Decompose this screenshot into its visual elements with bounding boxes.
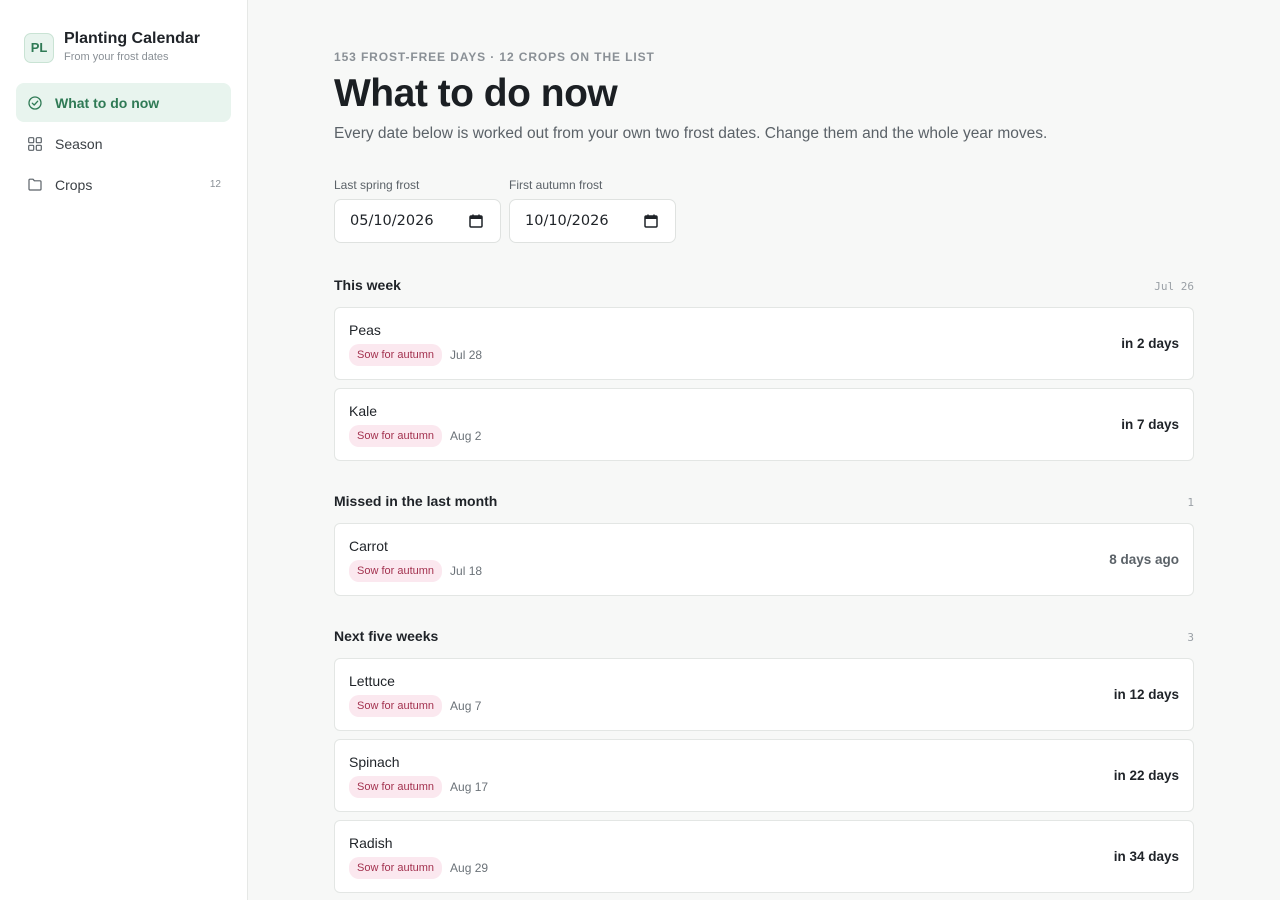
sidebar: PL Planting Calendar From your frost dat… (0, 0, 248, 900)
task-date: Aug 7 (450, 699, 482, 713)
brand-subtitle: From your frost dates (64, 51, 169, 63)
task-date: Aug 17 (450, 780, 489, 794)
task-date: Jul 28 (450, 348, 483, 362)
task-date: Aug 2 (450, 429, 482, 443)
sidebar-item-label: Season (55, 135, 103, 152)
task-card[interactable]: Spinach Sow for autumn Aug 17 in 22 days (334, 739, 1194, 812)
task-date: Aug 29 (450, 861, 489, 875)
task-card[interactable]: Peas Sow for autumn Jul 28 in 2 days (334, 307, 1194, 380)
section-this-week: This week Jul 26 Peas Sow for autumn Jul… (334, 277, 1194, 461)
crops-count-badge: 12 (209, 179, 221, 190)
sidebar-item-crops[interactable]: Crops 12 (16, 165, 231, 204)
task-card[interactable]: Carrot Sow for autumn Jul 18 8 days ago (334, 523, 1194, 596)
folder-icon (28, 178, 42, 192)
section-title: Next five weeks (334, 628, 439, 644)
task-badge: Sow for autumn (349, 560, 443, 582)
sidebar-item-what-to-do-now[interactable]: What to do now (16, 83, 231, 122)
task-badge: Sow for autumn (349, 695, 443, 717)
crop-name: Spinach (349, 754, 400, 770)
relative-time: in 2 days (1121, 336, 1179, 351)
brand-logo: PL (24, 32, 54, 63)
spring-frost-label: Last spring frost (334, 178, 420, 192)
crop-name: Carrot (349, 538, 388, 554)
sidebar-item-season[interactable]: Season (16, 124, 231, 163)
page-subtitle: Every date below is worked out from your… (334, 125, 1048, 142)
task-badge: Sow for autumn (349, 776, 443, 798)
brand-title: Planting Calendar (64, 30, 201, 47)
relative-time: in 22 days (1113, 768, 1179, 783)
crop-name: Peas (349, 322, 381, 338)
crop-name: Lettuce (349, 673, 395, 689)
sidebar-item-label: Crops (55, 176, 93, 193)
relative-time: in 34 days (1113, 849, 1179, 864)
sidebar-item-label: What to do now (55, 94, 160, 111)
calendar-icon[interactable] (644, 213, 660, 229)
section-title: Missed in the last month (334, 493, 498, 509)
task-card[interactable]: Kale Sow for autumn Aug 2 in 7 days (334, 388, 1194, 461)
grid-icon (28, 136, 42, 151)
task-date: Jul 18 (450, 564, 483, 578)
section-header: This week Jul 26 (334, 277, 1194, 293)
task-badge: Sow for autumn (349, 344, 443, 366)
calendar-icon[interactable] (469, 213, 485, 229)
section-title: This week (334, 277, 401, 293)
main-content: 153 frost-free days · 12 crops on the li… (248, 0, 1280, 900)
section-header: Missed in the last month 1 (334, 493, 1194, 509)
frost-dates: Last spring frost 05/10/2026 First autum… (334, 178, 1280, 243)
check-circle-icon (28, 95, 42, 110)
crop-name: Radish (349, 835, 393, 851)
relative-time: in 12 days (1113, 687, 1179, 702)
autumn-frost-value: 10/10/2026 (525, 213, 609, 229)
section-meta: Jul 26 (1154, 280, 1194, 293)
section-meta: 1 (1187, 496, 1194, 509)
spring-frost-input[interactable]: 05/10/2026 (334, 199, 501, 243)
autumn-frost-field: First autumn frost 10/10/2026 (509, 178, 676, 243)
brand[interactable]: PL Planting Calendar From your frost dat… (16, 30, 231, 63)
task-badge: Sow for autumn (349, 425, 443, 447)
autumn-frost-input[interactable]: 10/10/2026 (509, 199, 676, 243)
spring-frost-value: 05/10/2026 (350, 213, 434, 229)
crop-name: Kale (349, 403, 378, 419)
relative-time: 8 days ago (1109, 552, 1179, 567)
relative-time: in 7 days (1121, 417, 1179, 432)
task-card[interactable]: Radish Sow for autumn Aug 29 in 34 days (334, 820, 1194, 893)
task-card[interactable]: Lettuce Sow for autumn Aug 7 in 12 days (334, 658, 1194, 731)
section-meta: 3 (1187, 631, 1194, 644)
autumn-frost-label: First autumn frost (509, 178, 603, 192)
page-title: What to do now (334, 72, 618, 115)
sidebar-nav: What to do now Season Crops 12 (16, 83, 231, 204)
spring-frost-field: Last spring frost 05/10/2026 (334, 178, 501, 243)
section-next-five-weeks: Next five weeks 3 Lettuce Sow for autumn… (334, 628, 1194, 893)
page-eyebrow: 153 frost-free days · 12 crops on the li… (334, 50, 655, 64)
section-header: Next five weeks 3 (334, 628, 1194, 644)
section-missed: Missed in the last month 1 Carrot Sow fo… (334, 493, 1194, 596)
task-badge: Sow for autumn (349, 857, 443, 879)
